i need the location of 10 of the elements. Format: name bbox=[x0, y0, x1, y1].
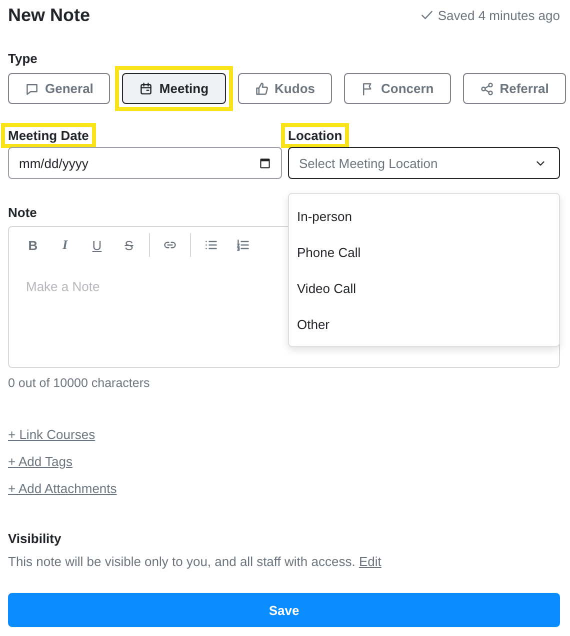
field-label: Type bbox=[8, 51, 38, 66]
field-label: Note bbox=[8, 205, 37, 220]
field-label: Meeting Date bbox=[8, 128, 89, 143]
page-title: New Note bbox=[8, 4, 90, 26]
section-label: Visibility bbox=[8, 531, 62, 546]
placeholder-text: Make a Note bbox=[26, 279, 100, 294]
visibility-text: This note will be visible only to you, and all staff with access. Edit bbox=[8, 554, 382, 569]
character-counter: 0 out of 10000 characters bbox=[8, 376, 151, 390]
field-label: Location bbox=[288, 128, 342, 143]
save-status: Saved 4 minutes ago bbox=[438, 8, 560, 22]
